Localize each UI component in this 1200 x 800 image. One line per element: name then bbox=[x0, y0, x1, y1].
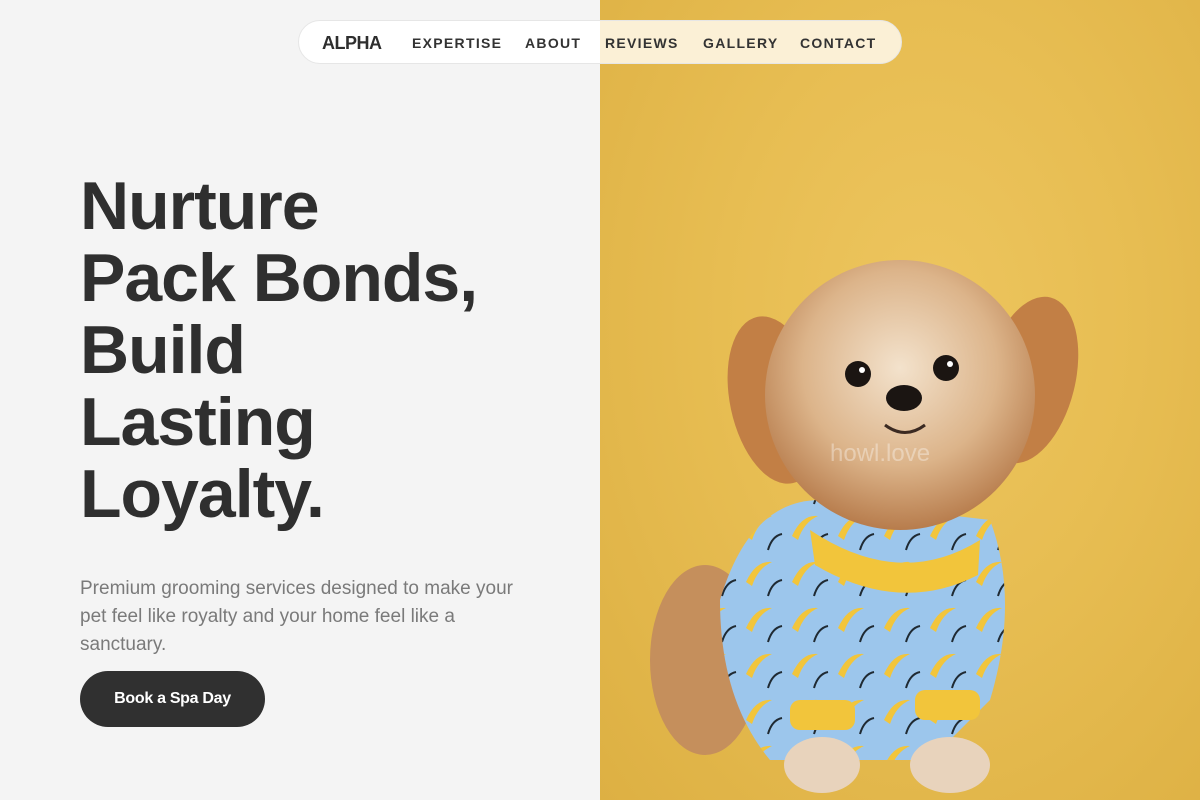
image-watermark: howl.love bbox=[830, 440, 931, 467]
nav-item-reviews[interactable]: REVIEWS bbox=[605, 35, 679, 51]
hero-title-line: Loyalty. bbox=[80, 456, 325, 532]
brand-logo[interactable]: ALPHA bbox=[322, 33, 382, 54]
dog-illustration bbox=[650, 260, 1079, 793]
nav-item-gallery[interactable]: GALLERY bbox=[703, 35, 778, 51]
hero-title: Nurture Pack Bonds, Build Lasting Loyalt… bbox=[80, 170, 560, 530]
hero-title-line: Lasting bbox=[80, 384, 316, 460]
hero-title-line: Nurture bbox=[80, 168, 320, 244]
hero-subtitle: Premium grooming services designed to ma… bbox=[80, 578, 513, 655]
hero-title-line: Build bbox=[80, 312, 246, 388]
nav-item-contact[interactable]: CONTACT bbox=[800, 35, 877, 51]
hero-image: howl.love bbox=[600, 0, 1200, 800]
hero-title-line: Pack Bonds, bbox=[80, 240, 478, 316]
top-navigation: ALPHA EXPERTISE ABOUT REVIEWS GALLERY CO… bbox=[298, 20, 902, 64]
nav-item-expertise[interactable]: EXPERTISE bbox=[412, 35, 502, 51]
book-spa-day-button[interactable]: Book a Spa Day bbox=[80, 671, 265, 727]
nav-item-about[interactable]: ABOUT bbox=[525, 35, 581, 51]
